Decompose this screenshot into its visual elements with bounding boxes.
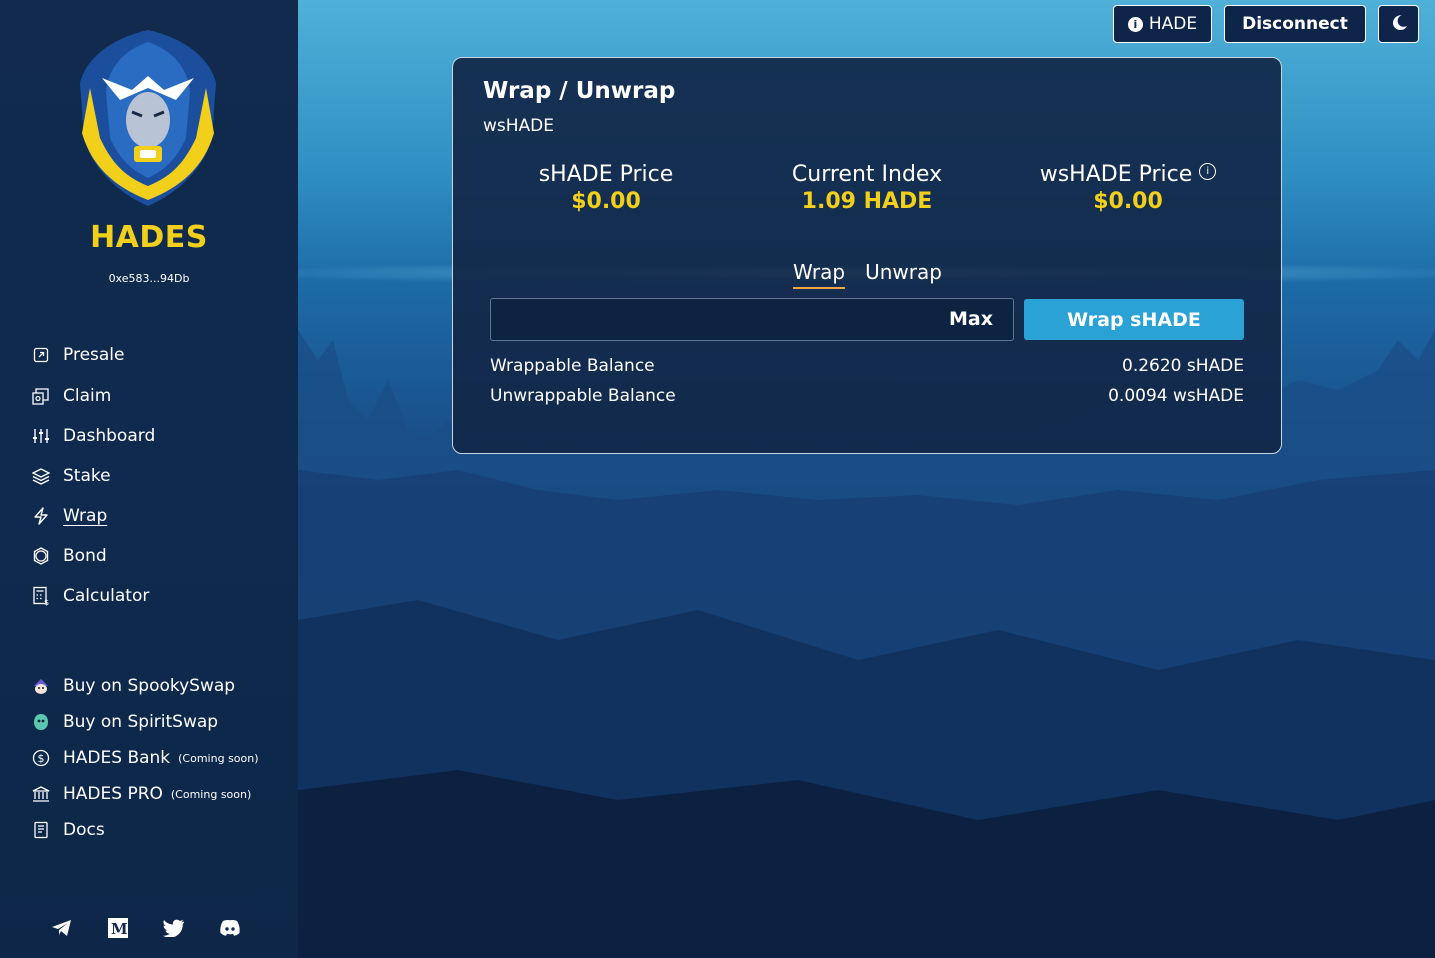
nav-label: Wrap [63,506,108,526]
wallet-address[interactable]: 0xe583...94Db [0,272,298,285]
link-hades-pro[interactable]: HADES PRO (Coming soon) [30,781,251,807]
twitter-icon[interactable] [162,916,186,940]
telegram-icon[interactable] [50,916,74,940]
moon-icon [1390,13,1408,35]
info-icon: i [1127,16,1143,32]
balance-label: Wrappable Balance [490,356,655,376]
nav-label: Stake [63,466,111,486]
nav-label: Calculator [63,586,150,606]
unwrappable-balance-row: Unwrappable Balance 0.0094 wsHADE [490,386,1244,406]
discord-icon[interactable] [218,916,242,940]
card-title: Wrap / Unwrap [483,78,676,104]
svg-text:$: $ [38,752,45,765]
card-subtitle: wsHADE [483,116,555,136]
brand-name: HADES [90,220,208,255]
spookyswap-icon [30,675,52,697]
disconnect-button[interactable]: Disconnect [1224,5,1366,43]
nav-item-bond[interactable]: Bond [30,543,107,569]
nav-item-stake[interactable]: Stake [30,463,111,489]
link-hades-bank[interactable]: $ HADES Bank (Coming soon) [30,745,259,771]
wrap-card: Wrap / Unwrap wsHADE sHADE Price $0.00 C… [452,57,1282,454]
metric-label: Current Index [791,162,943,187]
metric-value: $0.00 [571,189,641,214]
bank-icon [30,783,52,805]
balance-value: 0.0094 wsHADE [1108,386,1244,406]
max-button[interactable]: Max [949,308,993,330]
svg-text:$: $ [44,598,49,606]
medium-icon[interactable]: M [106,916,130,940]
calculator-icon: $ [30,585,52,607]
hade-token-label: HADE [1148,14,1198,34]
metric-value: 1.09 HADE [801,189,933,214]
nav-label: Presale [63,345,125,365]
link-spookyswap[interactable]: Buy on SpookySwap [30,673,235,699]
nav-item-calculator[interactable]: $ Calculator [30,583,149,609]
theme-toggle-button[interactable] [1378,5,1419,43]
nav-label: Dashboard [63,426,156,446]
nav-item-wrap[interactable]: Wrap [30,503,107,529]
nav-label: Claim [63,386,112,406]
tab-unwrap[interactable]: Unwrap [865,260,942,289]
lightning-icon [30,505,52,527]
info-icon[interactable]: i [1199,163,1217,180]
metric-wshade-price: wsHADE Price i $0.00 [1008,162,1248,214]
nav-item-dashboard[interactable]: Dashboard [30,423,155,449]
hades-logo [80,30,216,206]
bond-icon [30,545,52,567]
link-docs[interactable]: Docs [30,817,105,843]
nav-item-presale[interactable]: Presale [30,342,124,368]
sliders-icon [30,425,52,447]
nav-item-claim[interactable]: Claim [30,383,111,409]
coming-soon-note: (Coming soon) [170,787,252,801]
amount-input[interactable] [491,299,933,342]
tab-wrap[interactable]: Wrap [793,260,846,289]
link-label: Buy on SpiritSwap [63,712,219,732]
wrap-tabs: Wrap Unwrap [793,260,942,289]
docs-icon [30,819,52,841]
layers-icon [30,465,52,487]
dollar-circle-icon: $ [30,747,52,769]
wrappable-balance-row: Wrappable Balance 0.2620 sHADE [490,356,1244,376]
hade-token-button[interactable]: i HADE [1113,5,1212,43]
link-label: HADES Bank [63,748,171,768]
metric-label: sHADE Price [538,162,674,187]
social-links: M [50,916,242,940]
spiritswap-icon [30,711,52,733]
coming-soon-note: (Coming soon) [178,751,259,765]
metric-current-index: Current Index 1.09 HADE [747,162,987,214]
metric-value: $0.00 [1093,189,1163,214]
claim-icon [30,385,52,407]
nav-label: Bond [63,546,107,566]
link-spiritswap[interactable]: Buy on SpiritSwap [30,709,218,735]
wrap-shade-button[interactable]: Wrap sHADE [1024,299,1244,340]
external-link-icon [30,344,52,366]
balance-label: Unwrappable Balance [490,386,676,406]
link-label: Docs [63,820,105,840]
metric-label: wsHADE Price [1039,162,1193,187]
amount-field-container: Max [490,298,1014,342]
balance-value: 0.2620 sHADE [1122,356,1244,376]
sidebar: HADES 0xe583...94Db Presale Claim Dashbo… [0,0,298,958]
metric-shade-price: sHADE Price $0.00 [486,162,726,214]
link-label: HADES PRO [63,784,163,804]
link-label: Buy on SpookySwap [63,676,236,696]
svg-text:M: M [111,920,128,938]
